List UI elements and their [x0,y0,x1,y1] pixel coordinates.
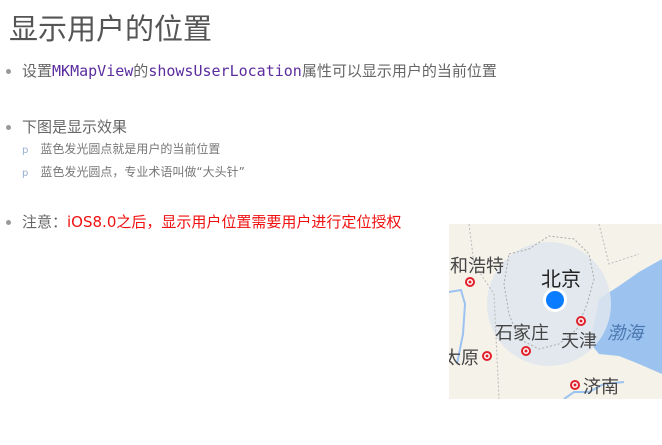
text: 属性可以显示用户的当前位置 [301,62,497,80]
class-name: MKMapView [52,62,134,80]
note-label: 注意： [22,213,68,231]
property-name: showsUserLocation [148,62,302,80]
map-label-shijiazhuang: 石家庄 [495,323,549,344]
text: 设置 [22,62,53,80]
text: 蓝色发光圆点，专业术语叫做“大头针” [40,165,245,179]
map-image: 和浩特 北京 石家庄 天津 渤海 太原 济南 [449,224,662,399]
map-label-hohhot: 和浩特 [450,256,504,277]
bullet-shows-user-location: 设置MKMapView的showsUserLocation属性可以显示用户的当前… [6,60,497,81]
warning-text: iOS8.0之后，显示用户位置需要用户进行定位授权 [67,213,402,231]
bullet-note: 注意：iOS8.0之后，显示用户位置需要用户进行定位授权 [6,211,401,232]
page-title: 显示用户的位置 [9,12,213,46]
map-label-jinan: 济南 [583,377,619,398]
bullet-icon [6,125,11,130]
map-label-beijing: 北京 [541,267,581,291]
text: 蓝色发光圆点就是用户的当前位置 [40,142,221,156]
map-label-taiyuan: 太原 [449,348,479,369]
map-label-bohai: 渤海 [607,323,646,344]
sub-bullet-marker: p [22,168,29,179]
map-label-tianjin: 天津 [561,331,597,352]
bullet-display-effect: 下图是显示效果 [6,116,127,137]
bullet-icon [6,220,11,225]
user-location-dot-icon[interactable] [546,291,564,309]
sub-bullet-marker: p [22,145,29,156]
text: 的 [133,62,149,80]
sub-bullet: p 蓝色发光圆点就是用户的当前位置 [22,140,220,157]
bullet-icon [6,69,11,74]
sub-bullet: p 蓝色发光圆点，专业术语叫做“大头针” [22,163,245,180]
text: 下图是显示效果 [22,118,128,136]
